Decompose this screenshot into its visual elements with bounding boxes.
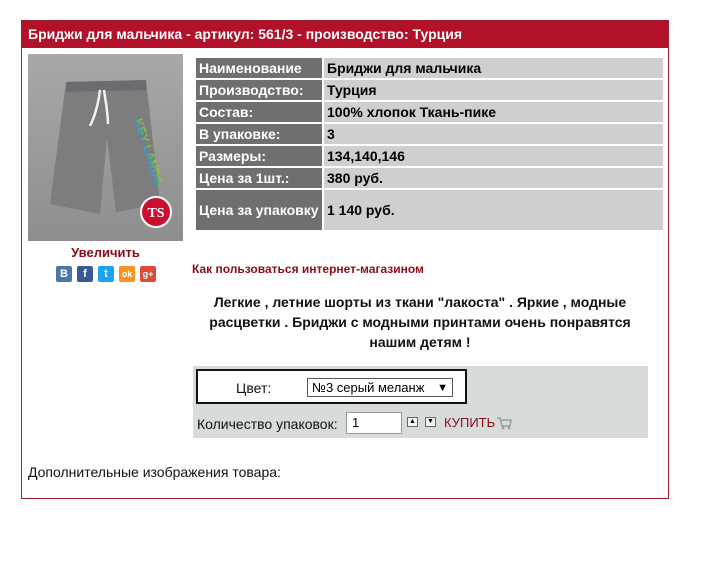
spec-key: В упаковке: bbox=[196, 124, 322, 144]
cart-icon bbox=[497, 416, 513, 429]
svg-text:TS: TS bbox=[147, 206, 164, 221]
spec-key: Цена за упаковку bbox=[196, 190, 322, 230]
qty-input[interactable]: 1 bbox=[346, 412, 402, 434]
color-frame: Цвет: №3 серый меланж ▼ bbox=[196, 369, 467, 404]
twitter-icon[interactable]: t bbox=[98, 266, 114, 282]
product-title: Бриджи для мальчика - артикул: 561/3 - п… bbox=[22, 21, 668, 48]
spec-value: Турция bbox=[324, 80, 663, 100]
product-photo[interactable]: KEY LANDS TS bbox=[28, 54, 183, 241]
spec-row: Производство: Турция bbox=[196, 80, 663, 100]
spec-row: Наименование Бриджи для мальчика bbox=[196, 58, 663, 78]
order-form: Цвет: №3 серый меланж ▼ Количество упако… bbox=[193, 366, 648, 438]
spec-value: 100% хлопок Ткань-пике bbox=[324, 102, 663, 122]
howto-link[interactable]: Как пользоваться интернет-магазином bbox=[192, 262, 424, 276]
spec-key: Состав: bbox=[196, 102, 322, 122]
color-selected-value: №3 серый меланж bbox=[312, 380, 425, 395]
chevron-down-icon: ▼ bbox=[437, 382, 448, 394]
ts-badge: TS bbox=[140, 196, 172, 228]
more-images-label: Дополнительные изображения товара: bbox=[28, 464, 281, 480]
qty-increase-button[interactable]: ▲ bbox=[407, 417, 418, 427]
spec-row: Цена за упаковку 1 140 руб. bbox=[196, 190, 663, 230]
facebook-icon[interactable]: f bbox=[77, 266, 93, 282]
spec-table: Наименование Бриджи для мальчика Произво… bbox=[194, 56, 665, 232]
shorts-image: KEY LANDS TS bbox=[28, 54, 183, 241]
product-panel: Бриджи для мальчика - артикул: 561/3 - п… bbox=[21, 20, 669, 499]
spec-key: Наименование bbox=[196, 58, 322, 78]
spec-row: Состав: 100% хлопок Ткань-пике bbox=[196, 102, 663, 122]
color-select[interactable]: №3 серый меланж ▼ bbox=[307, 378, 453, 397]
google-plus-icon[interactable]: g+ bbox=[140, 266, 156, 282]
spec-row: Цена за 1шт.: 380 руб. bbox=[196, 168, 663, 188]
zoom-link[interactable]: Увеличить bbox=[22, 245, 189, 260]
qty-decrease-button[interactable]: ▼ bbox=[425, 417, 436, 427]
spec-row: Размеры: 134,140,146 bbox=[196, 146, 663, 166]
spec-key: Производство: bbox=[196, 80, 322, 100]
product-description: Легкие , летние шорты из ткани "лакоста"… bbox=[209, 294, 631, 350]
spec-value: 3 bbox=[324, 124, 663, 144]
spec-value: Бриджи для мальчика bbox=[324, 58, 663, 78]
buy-button[interactable]: КУПИТЬ bbox=[444, 415, 513, 430]
spec-value: 1 140 руб. bbox=[324, 190, 663, 230]
spec-value: 380 руб. bbox=[324, 168, 663, 188]
spec-key: Размеры: bbox=[196, 146, 322, 166]
color-label: Цвет: bbox=[236, 380, 272, 396]
spec-key: Цена за 1шт.: bbox=[196, 168, 322, 188]
spec-value: 134,140,146 bbox=[324, 146, 663, 166]
share-buttons: B f t ok g+ bbox=[56, 266, 156, 282]
buy-label: КУПИТЬ bbox=[444, 415, 496, 430]
vk-icon[interactable]: B bbox=[56, 266, 72, 282]
qty-label: Количество упаковок: bbox=[197, 416, 338, 432]
spec-row: В упаковке: 3 bbox=[196, 124, 663, 144]
odnoklassniki-icon[interactable]: ok bbox=[119, 266, 135, 282]
